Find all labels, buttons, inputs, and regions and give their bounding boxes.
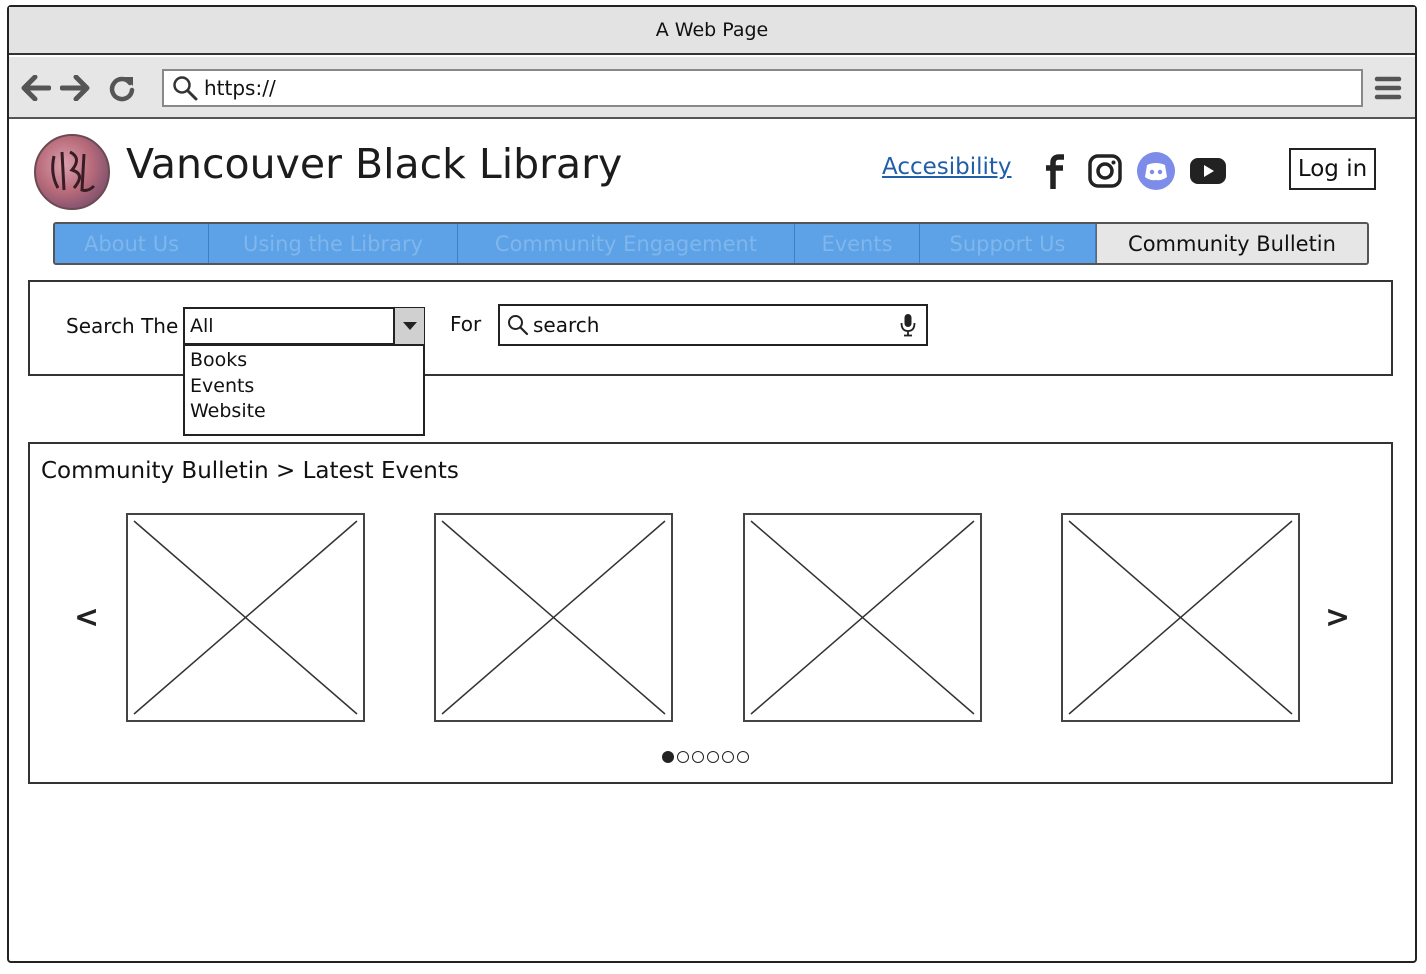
dropdown-option-website[interactable]: Website bbox=[190, 400, 266, 422]
for-label: For bbox=[450, 312, 482, 336]
hamburger-menu-icon[interactable] bbox=[1372, 71, 1404, 105]
pagination-dot[interactable] bbox=[707, 751, 719, 763]
event-image-placeholder[interactable] bbox=[1061, 513, 1300, 722]
pagination-dot[interactable] bbox=[692, 751, 704, 763]
pagination-dot[interactable] bbox=[677, 751, 689, 763]
scope-select-value: All bbox=[190, 315, 214, 337]
carousel-prev-button[interactable]: < bbox=[74, 600, 99, 635]
event-image-placeholder[interactable] bbox=[126, 513, 365, 722]
chevron-down-icon[interactable] bbox=[393, 308, 424, 344]
search-icon bbox=[507, 314, 529, 336]
main-nav: About Us Using the Library Community Eng… bbox=[53, 222, 1369, 265]
facebook-icon[interactable] bbox=[1035, 151, 1075, 191]
search-placeholder: search bbox=[533, 313, 600, 337]
tab-events[interactable]: Events bbox=[795, 224, 920, 263]
breadcrumb: Community Bulletin > Latest Events bbox=[41, 458, 459, 484]
carousel-pagination bbox=[662, 751, 749, 767]
search-label: Search The bbox=[66, 314, 179, 338]
tab-using-the-library[interactable]: Using the Library bbox=[209, 224, 458, 263]
youtube-icon[interactable] bbox=[1188, 151, 1228, 191]
address-bar[interactable]: https:// bbox=[162, 69, 1363, 107]
microphone-icon[interactable] bbox=[899, 313, 917, 337]
pagination-dot[interactable] bbox=[722, 751, 734, 763]
pagination-dot[interactable] bbox=[737, 751, 749, 763]
dropdown-option-events[interactable]: Events bbox=[190, 375, 254, 397]
tab-support-us[interactable]: Support Us bbox=[920, 224, 1096, 263]
accessibility-link[interactable]: Accesibility bbox=[882, 154, 1012, 180]
reload-icon[interactable] bbox=[105, 71, 139, 105]
login-button[interactable]: Log in bbox=[1289, 148, 1376, 190]
event-image-placeholder[interactable] bbox=[743, 513, 982, 722]
forward-arrow-icon[interactable] bbox=[58, 71, 92, 105]
event-image-placeholder[interactable] bbox=[434, 513, 673, 722]
dropdown-option-books[interactable]: Books bbox=[190, 349, 247, 371]
window-title: A Web Page bbox=[9, 7, 1415, 55]
instagram-icon[interactable] bbox=[1085, 151, 1125, 191]
scope-select[interactable] bbox=[183, 307, 425, 345]
pagination-dot[interactable] bbox=[662, 751, 674, 763]
site-title: Vancouver Black Library bbox=[126, 140, 623, 188]
url-text: https:// bbox=[204, 76, 276, 100]
discord-icon[interactable] bbox=[1136, 151, 1176, 191]
library-logo[interactable] bbox=[34, 134, 110, 210]
search-icon bbox=[172, 75, 198, 101]
tab-about-us[interactable]: About Us bbox=[55, 224, 209, 263]
back-arrow-icon[interactable] bbox=[19, 71, 53, 105]
carousel-next-button[interactable]: > bbox=[1325, 600, 1350, 635]
tab-community-engagement[interactable]: Community Engagement bbox=[458, 224, 795, 263]
tab-community-bulletin[interactable]: Community Bulletin bbox=[1096, 224, 1367, 263]
